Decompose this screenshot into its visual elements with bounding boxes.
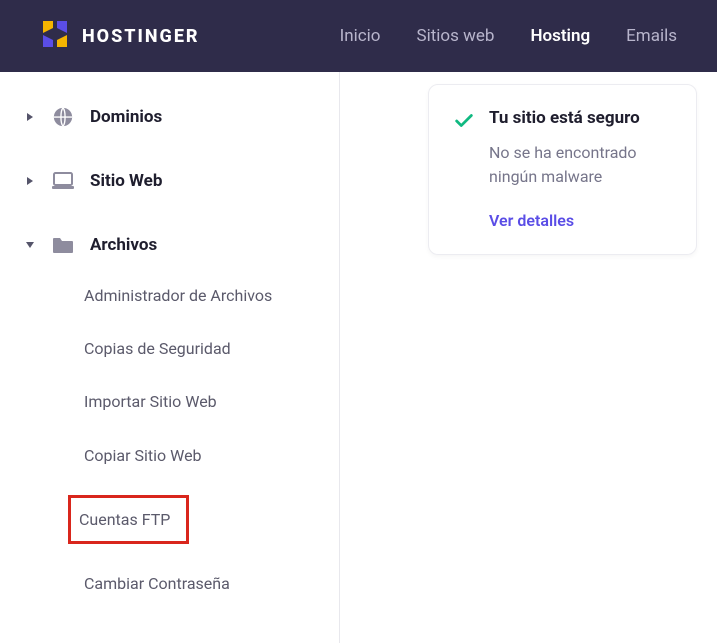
content: Dominios Sitio Web: [0, 72, 717, 643]
brand-logo[interactable]: HOSTINGER: [40, 19, 200, 53]
security-card-title: Tu sitio está seguro: [489, 107, 672, 131]
main: Tu sitio está seguro No se ha encontrado…: [340, 72, 717, 643]
sidebar-label-sitio-web: Sitio Web: [90, 171, 162, 191]
sidebar-item-cuentas-ftp[interactable]: Cuentas FTP: [68, 495, 189, 544]
nav-inicio[interactable]: Inicio: [340, 26, 381, 46]
brand-name: HOSTINGER: [82, 26, 200, 47]
security-card-subtitle: No se ha encontrado ningún malware: [489, 141, 672, 189]
sidebar-item-copiar-sitio-web[interactable]: Copiar Sitio Web: [76, 442, 210, 469]
ver-detalles-link[interactable]: Ver detalles: [489, 211, 672, 230]
chevron-right-icon: [24, 175, 36, 187]
chevron-right-icon: [24, 111, 36, 123]
sidebar-label-archivos: Archivos: [90, 235, 157, 255]
sidebar-section-archivos: Archivos Administrador de Archivos Copia…: [24, 232, 315, 597]
nav-hosting[interactable]: Hosting: [530, 26, 590, 46]
sidebar-header-archivos[interactable]: Archivos: [24, 232, 315, 258]
nav-sitios-web[interactable]: Sitios web: [416, 26, 494, 46]
sidebar-item-administrador-archivos[interactable]: Administrador de Archivos: [76, 282, 280, 309]
sidebar: Dominios Sitio Web: [0, 72, 340, 643]
sidebar-header-dominios[interactable]: Dominios: [24, 104, 315, 130]
sidebar-sublist-archivos: Administrador de Archivos Copias de Segu…: [76, 282, 315, 597]
laptop-icon: [50, 168, 76, 194]
top-nav: Inicio Sitios web Hosting Emails: [340, 26, 677, 46]
sidebar-item-copias-seguridad[interactable]: Copias de Seguridad: [76, 335, 239, 362]
globe-icon: [50, 104, 76, 130]
sidebar-section-sitio-web: Sitio Web: [24, 168, 315, 194]
sidebar-item-cambiar-contrasena[interactable]: Cambiar Contraseña: [76, 570, 238, 597]
sidebar-header-sitio-web[interactable]: Sitio Web: [24, 168, 315, 194]
chevron-down-icon: [24, 239, 36, 251]
sidebar-item-importar-sitio-web[interactable]: Importar Sitio Web: [76, 388, 225, 415]
folder-icon: [50, 232, 76, 258]
sidebar-label-dominios: Dominios: [90, 107, 162, 127]
topbar: HOSTINGER Inicio Sitios web Hosting Emai…: [0, 0, 717, 72]
nav-emails[interactable]: Emails: [626, 26, 677, 46]
security-status-card: Tu sitio está seguro No se ha encontrado…: [428, 84, 697, 255]
sidebar-section-dominios: Dominios: [24, 104, 315, 130]
checkmark-icon: [453, 110, 475, 136]
card-header: Tu sitio está seguro No se ha encontrado…: [453, 107, 672, 230]
hostinger-logo-icon: [40, 19, 70, 53]
